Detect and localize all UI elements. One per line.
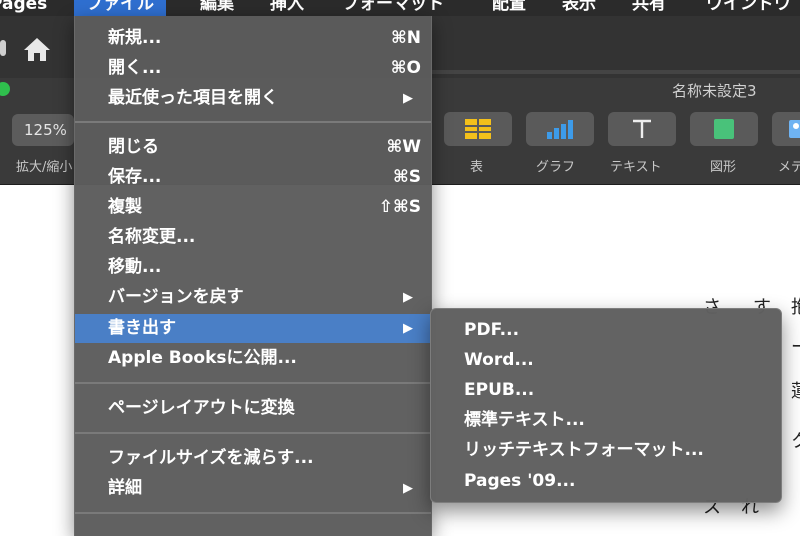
menu-item-save[interactable]: 保存... ⌘S (75, 163, 431, 192)
menubar-app-pages[interactable]: Pages (0, 0, 59, 16)
export-rich-text[interactable]: リッチテキストフォーマット... (431, 435, 781, 465)
menu-separator (75, 382, 431, 384)
export-plain-text[interactable]: 標準テキスト... (431, 405, 781, 435)
shortcut: ⌘O (390, 58, 421, 78)
text-icon (633, 119, 651, 138)
menu-item-convert-page-layout[interactable]: ページレイアウトに変換 (75, 394, 431, 423)
menubar-view[interactable]: 表示 (550, 0, 608, 16)
menu-item-reduce-file-size[interactable]: ファイルサイズを減らす... (75, 444, 431, 473)
chart-label: グラフ (536, 160, 576, 175)
export-word[interactable]: Word... (431, 345, 781, 375)
back-button[interactable] (0, 40, 6, 56)
media-button[interactable] (772, 112, 800, 146)
zoom-select[interactable]: 125% (12, 114, 74, 146)
tab-strip (430, 70, 800, 74)
vertical-text: ー (790, 337, 800, 359)
export-epub[interactable]: EPUB... (431, 375, 781, 405)
menubar-arrange[interactable]: 配置 (480, 0, 538, 16)
submenu-arrow-icon: ▶ (403, 321, 413, 336)
export-pages-09[interactable]: Pages '09... (431, 466, 781, 496)
submenu-arrow-icon: ▶ (403, 290, 413, 305)
menu-item-revert-version[interactable]: バージョンを戻す ▶ (75, 283, 431, 312)
menu-separator (75, 432, 431, 434)
shortcut: ⇧⌘S (378, 197, 421, 217)
submenu-arrow-icon: ▶ (403, 91, 413, 106)
menubar-file[interactable]: ファイル (74, 0, 166, 16)
vertical-text: ク (790, 431, 800, 453)
shape-label: 図形 (710, 160, 737, 175)
menu-item-duplicate[interactable]: 複製 ⇧⌘S (75, 193, 431, 222)
menubar-format[interactable]: フォーマット (330, 0, 456, 16)
shortcut: ⌘W (386, 137, 421, 157)
shortcut: ⌘N (391, 28, 421, 48)
menubar-window[interactable]: ウインドウ (694, 0, 800, 16)
text-button[interactable] (608, 112, 676, 146)
text-label: テキスト (610, 160, 662, 175)
file-menu: 新規... ⌘N 開く... ⌘O 最近使った項目を開く ▶ 閉じる ⌘W 保存… (74, 16, 432, 536)
menu-separator (75, 121, 431, 123)
menu-item-advanced[interactable]: 詳細 ▶ (75, 474, 431, 503)
menu-bar: Pages ファイル 編集 挿入 フォーマット 配置 表示 共有 ウインドウ (0, 0, 800, 16)
menu-separator (75, 512, 431, 514)
menu-item-new[interactable]: 新規... ⌘N (75, 24, 431, 53)
menubar-insert[interactable]: 挿入 (258, 0, 316, 16)
media-label: メディア (778, 160, 800, 175)
table-button[interactable] (444, 112, 512, 146)
menu-item-open[interactable]: 開く... ⌘O (75, 54, 431, 83)
menu-item-rename[interactable]: 名称変更... (75, 223, 431, 252)
chart-icon (547, 120, 573, 139)
shape-icon (714, 119, 734, 139)
media-icon (789, 120, 800, 138)
zoom-label: 拡大/縮小 (16, 160, 73, 175)
document-title: 名称未設定3 (672, 82, 757, 100)
export-pdf[interactable]: PDF... (431, 315, 781, 345)
home-icon[interactable] (22, 34, 52, 64)
export-submenu: PDF... Word... EPUB... 標準テキスト... リッチテキスト… (430, 308, 782, 503)
shape-button[interactable] (690, 112, 758, 146)
menu-item-open-recent[interactable]: 最近使った項目を開く ▶ (75, 84, 431, 113)
menubar-edit[interactable]: 編集 (188, 0, 246, 16)
submenu-arrow-icon: ▶ (403, 481, 413, 496)
chart-button[interactable] (526, 112, 594, 146)
table-label: 表 (470, 160, 484, 175)
table-icon (465, 119, 491, 139)
menubar-share[interactable]: 共有 (620, 0, 678, 16)
vertical-text: 抱 (790, 297, 800, 319)
vertical-text: 蓮 (790, 381, 800, 403)
menu-item-publish-apple-books[interactable]: Apple Booksに公開... (75, 344, 431, 373)
menu-item-move[interactable]: 移動... (75, 253, 431, 282)
shortcut: ⌘S (392, 167, 421, 187)
menu-item-close[interactable]: 閉じる ⌘W (75, 133, 431, 162)
menu-item-export[interactable]: 書き出す ▶ (75, 314, 431, 343)
